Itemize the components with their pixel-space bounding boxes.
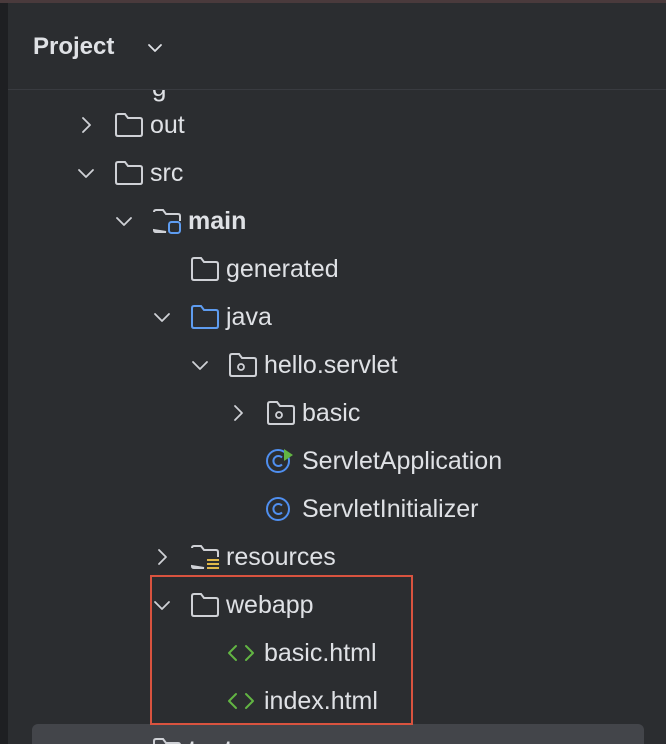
tree-item-label: resources [226,543,336,571]
project-panel-header: Project [8,3,666,90]
tree-item-label: hello.servlet [264,351,398,379]
highlight-annotation-box [150,575,413,725]
chevron-down-icon[interactable] [76,163,96,183]
folder-icon [153,738,181,744]
tree-item-java[interactable]: java [8,293,666,341]
chevron-down-icon[interactable] [152,307,172,327]
tree-item-out[interactable]: out [8,101,666,149]
tree-item-servlet-initializer[interactable]: ServletInitializer [8,485,666,533]
chevron-down-icon[interactable] [146,39,164,57]
tree-item-label: out [150,111,185,139]
module-folder-icon [152,209,181,234]
resources-folder-icon [190,545,219,569]
tree-item-basic-package[interactable]: basic [8,389,666,437]
tree-item-label: main [188,207,247,235]
tree-item-hello-servlet[interactable]: hello.servlet [8,341,666,389]
tree-item-label: generated [226,255,339,283]
package-icon [267,401,295,425]
runnable-class-icon [266,449,293,473]
source-folder-icon [191,305,219,329]
tree-item-label: src [150,159,184,187]
class-icon [266,497,290,521]
package-icon [229,353,257,377]
tree-item-label: test [188,736,232,744]
tool-window-strip [0,3,8,744]
folder-icon [191,257,219,281]
chevron-right-icon[interactable] [152,547,172,567]
chevron-down-icon[interactable] [114,211,134,231]
tree-item-src[interactable]: src [8,149,666,197]
tree-item-label: ServletApplication [302,447,503,475]
tree-item-test[interactable]: test [32,724,644,744]
tree-item-label: ServletInitializer [302,495,479,523]
chevron-right-icon[interactable] [76,115,96,135]
tree-item-resources[interactable]: resources [8,533,666,581]
chevron-right-icon[interactable] [228,403,248,423]
folder-icon [115,161,143,185]
tree-item-generated[interactable]: generated [8,245,666,293]
folder-icon [115,113,143,137]
project-view-title[interactable]: Project [33,33,114,61]
tree-item-label: java [226,303,272,331]
tree-item-main[interactable]: main [8,197,666,245]
tree-item-label: basic [302,399,361,427]
chevron-down-icon[interactable] [190,355,210,375]
tree-item-servlet-application[interactable]: ServletApplication [8,437,666,485]
